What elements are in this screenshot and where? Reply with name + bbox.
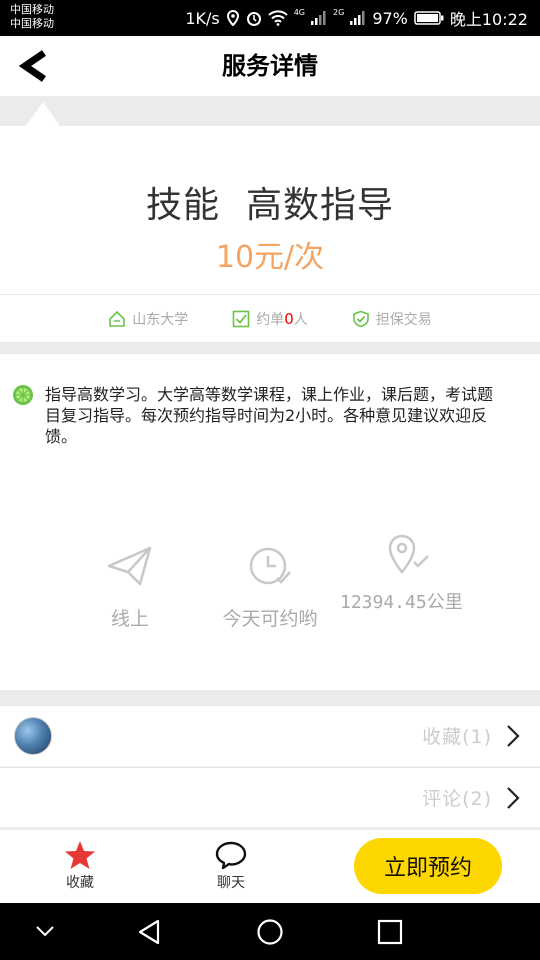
chat-bubble-icon [215, 841, 247, 870]
service-description: 指导高数学习。大学高等数学课程，课上作业，课后题，考试题目复习指导。每次预约指导… [45, 385, 494, 446]
tag-orders-suffix: 人 [293, 311, 308, 328]
tag-orders: 约单0人 [232, 309, 308, 329]
signal-icon-2 [350, 11, 365, 25]
clock: 晚上10:22 [449, 10, 528, 29]
nav-recents-icon[interactable] [377, 919, 403, 945]
tag-guarantee: 担保交易 [352, 309, 432, 329]
back-arrow-icon [18, 50, 46, 82]
shield-icon [352, 310, 369, 327]
location-icon [226, 10, 239, 26]
tag-orders-prefix: 约单 [256, 311, 285, 328]
feature-availability-label: 今天可约哟 [222, 608, 318, 630]
service-tags: 山东大学 约单0人 担保交易 [0, 294, 540, 342]
service-price: 10元/次 [215, 240, 325, 275]
star-icon [65, 841, 95, 869]
location-check-icon [388, 534, 429, 574]
wifi-icon [268, 10, 288, 26]
pointer-notch [26, 102, 60, 126]
header-divider [0, 96, 540, 126]
feature-availability: 今天可约哟 [200, 544, 340, 631]
system-nav-bar [0, 903, 540, 960]
tag-guarantee-label: 担保交易 [375, 311, 432, 328]
back-button[interactable] [12, 48, 52, 84]
feature-distance: 12394.45公里 [340, 534, 480, 614]
chevron-right-icon [507, 725, 520, 747]
service-title: 技能 高数指导 [0, 176, 540, 228]
battery-icon [414, 11, 444, 25]
feature-mode: 线上 [60, 544, 200, 631]
network-4g-label: 4G [293, 7, 306, 17]
network-2g-label: 2G [333, 7, 345, 17]
favorite-tab[interactable]: 收藏 [40, 840, 120, 892]
section-divider-2 [0, 690, 540, 706]
service-category: 技能 [145, 185, 220, 226]
favorites-row[interactable]: 收藏(1) [0, 706, 540, 766]
chevron-right-icon [507, 787, 520, 809]
nav-home-icon[interactable] [256, 918, 284, 946]
signal-icon-1 [311, 11, 326, 25]
comments-count: 评论(2) [422, 788, 492, 810]
lime-bullet-icon [13, 385, 33, 405]
carrier-labels: 中国移动 中国移动 [10, 3, 54, 31]
paper-plane-icon [107, 546, 152, 586]
service-name: 高数指导 [246, 185, 395, 226]
comments-row[interactable]: 评论(2) [0, 767, 540, 827]
checkbox-icon [232, 310, 250, 327]
status-indicators: 1K/s 4G 2G 97% 晚上10:22 [185, 0, 528, 36]
bottom-action-bar: 收藏 聊天 立即预约 [0, 830, 540, 903]
chat-tab-label: 聊天 [217, 875, 245, 891]
network-speed: 1K/s [185, 8, 220, 28]
avatar[interactable] [14, 717, 52, 755]
page-title: 服务详情 [222, 52, 318, 80]
carrier-1: 中国移动 [10, 3, 54, 16]
nav-back-icon[interactable] [136, 918, 162, 946]
description-section: 指导高数学习。大学高等数学课程，课上作业，课后题，考试题目复习指导。每次预约指导… [0, 354, 540, 690]
feature-mode-label: 线上 [110, 608, 149, 630]
section-divider [0, 342, 540, 354]
service-summary: 技能 高数指导 10元/次 [0, 126, 540, 294]
clock-check-icon [249, 547, 291, 585]
battery-percent: 97% [372, 8, 408, 28]
carrier-2: 中国移动 [10, 17, 54, 30]
status-bar: 中国移动 中国移动 1K/s 4G 2G 97% 晚上10:22 [0, 0, 540, 36]
feature-distance-label: 12394.45公里 [340, 592, 463, 613]
alarm-icon [246, 12, 261, 26]
chat-tab[interactable]: 聊天 [191, 840, 271, 892]
tag-school-label: 山东大学 [132, 311, 189, 328]
house-icon [109, 310, 126, 327]
tag-orders-count: 0 [284, 309, 294, 328]
favorites-count: 收藏(1) [422, 726, 492, 748]
favorite-tab-label: 收藏 [66, 875, 94, 891]
tag-school: 山东大学 [108, 309, 188, 329]
app-header: 服务详情 [0, 36, 540, 96]
book-now-button[interactable]: 立即预约 [354, 838, 502, 894]
chevron-down-icon[interactable] [34, 923, 56, 939]
